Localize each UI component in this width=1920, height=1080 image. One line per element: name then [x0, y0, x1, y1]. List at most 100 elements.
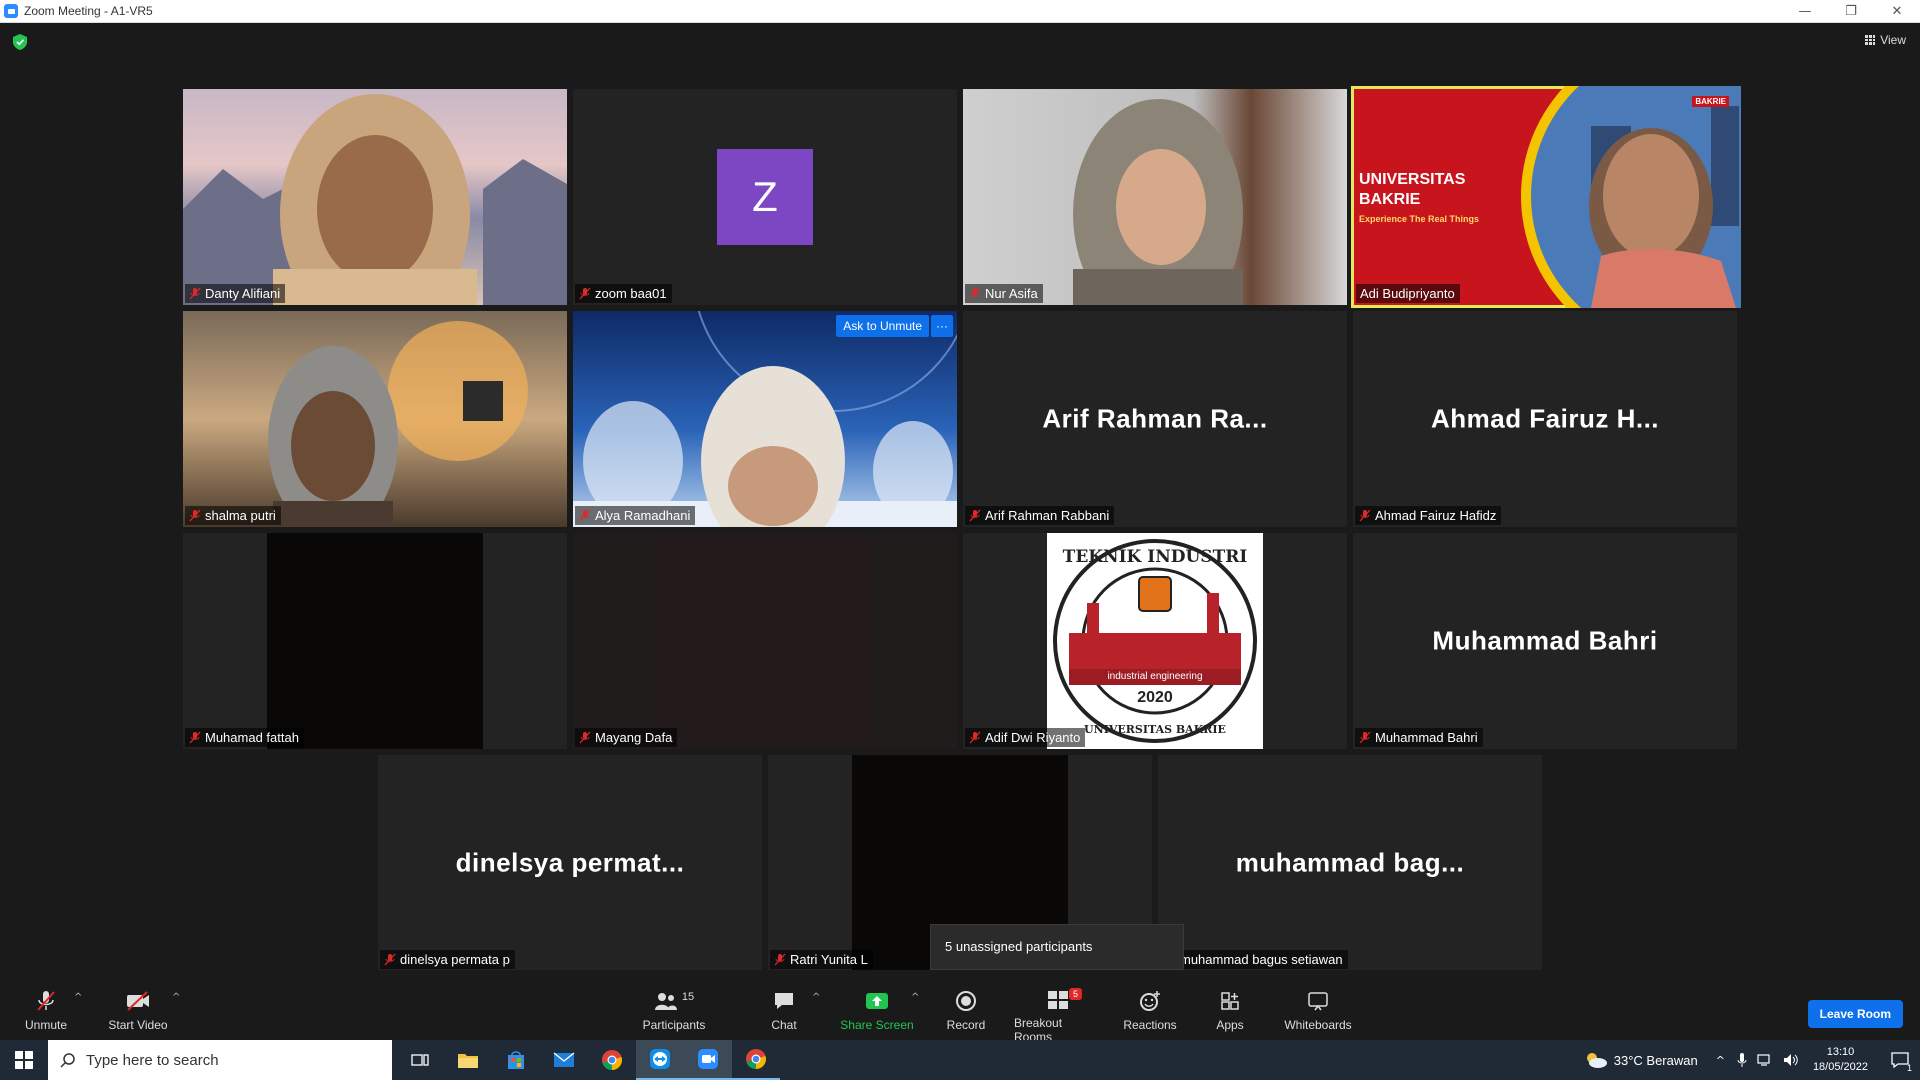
participant-avatar: Z: [717, 149, 813, 245]
system-tray: 33°C Berawan ^ 13:10 18/05/2022 1: [1584, 1040, 1920, 1080]
avatar-tile[interactable]: Z zoom baa01: [573, 89, 957, 305]
participant-name-tag: Ratri Yunita L: [770, 950, 873, 969]
whiteboards-button[interactable]: Whiteboards: [1282, 970, 1354, 1040]
taskbar-search-input[interactable]: Type here to search: [48, 1040, 392, 1080]
task-view-icon: [411, 1054, 429, 1066]
notification-center-button[interactable]: 1: [1880, 1040, 1920, 1080]
store-button[interactable]: [492, 1040, 540, 1080]
slide-title-line2: BAKRIE: [1359, 191, 1421, 208]
unmute-button[interactable]: Unmute: [20, 970, 72, 1040]
cloudy-weather-icon[interactable]: [1584, 1051, 1608, 1069]
record-button[interactable]: Record: [946, 970, 986, 1040]
teamviewer-button[interactable]: [636, 1040, 684, 1080]
video-options-caret-icon[interactable]: ^: [172, 992, 180, 1003]
microphone-tray-icon[interactable]: [1737, 1052, 1747, 1068]
show-hidden-icons-icon[interactable]: ^: [1716, 1054, 1725, 1067]
participant-name-tag: Danty Alifiani: [185, 284, 286, 303]
share-screen-label: Share Screen: [840, 1018, 914, 1032]
participant-name: Muhamad fattah: [205, 730, 299, 745]
logo-year: 2020: [1137, 689, 1173, 706]
view-button[interactable]: View: [1865, 33, 1906, 47]
name-only-tile[interactable]: Arif Rahman Ra... Arif Rahman Rabbani: [963, 311, 1347, 527]
breakout-rooms-button[interactable]: 5 Breakout Rooms: [1014, 970, 1102, 1044]
ask-to-unmute-button[interactable]: Ask to Unmute: [836, 315, 929, 337]
clock-date: 18/05/2022: [1812, 1061, 1868, 1073]
muted-mic-icon: [1359, 731, 1371, 744]
video-tile[interactable]: shalma putri: [183, 311, 567, 527]
participant-name-tag: Adif Dwi Riyanto: [965, 728, 1086, 747]
zoom-taskbar-button[interactable]: [684, 1040, 732, 1080]
video-tile[interactable]: Ask to Unmute ··· Alya Ramadhani: [573, 311, 957, 527]
mail-button[interactable]: [540, 1040, 588, 1080]
restore-button[interactable]: ❐: [1828, 0, 1874, 23]
reactions-button[interactable]: Reactions: [1123, 970, 1177, 1040]
minimize-button[interactable]: —: [1782, 0, 1828, 23]
encryption-shield-icon[interactable]: [13, 34, 27, 50]
audio-options-caret-icon[interactable]: ^: [74, 992, 82, 1003]
breakout-tooltip: 5 unassigned participants: [930, 924, 1184, 970]
muted-microphone-icon: [36, 990, 56, 1012]
participant-name-tag: muhammad bagus setiawan: [1160, 950, 1348, 969]
participants-icon: 15: [654, 990, 694, 1012]
record-label: Record: [946, 1018, 986, 1032]
name-only-tile[interactable]: dinelsya permat... dinelsya permata p: [378, 755, 762, 971]
video-tile[interactable]: Mayang Dafa: [573, 533, 957, 749]
slide-tagline: Experience The Real Things: [1359, 214, 1480, 224]
participant-name: Arif Rahman Rabbani: [985, 508, 1110, 523]
muted-mic-icon: [189, 509, 201, 522]
chat-options-caret-icon[interactable]: ^: [812, 992, 820, 1003]
video-tile[interactable]: Danty Alifiani: [183, 89, 567, 305]
name-only-tile[interactable]: Ahmad Fairuz H... Ahmad Fairuz Hafidz: [1353, 311, 1737, 527]
chrome-button[interactable]: [588, 1040, 636, 1080]
muted-mic-icon: [969, 731, 981, 744]
video-tile[interactable]: Muhamad fattah: [183, 533, 567, 749]
view-label: View: [1880, 33, 1906, 47]
network-icon[interactable]: [1757, 1053, 1773, 1067]
participant-name: Ratri Yunita L: [790, 952, 868, 967]
participant-name-tag: dinelsya permata p: [380, 950, 515, 969]
participant-name: muhammad bagus setiawan: [1180, 952, 1343, 967]
apps-button[interactable]: Apps: [1210, 970, 1250, 1040]
name-only-tile[interactable]: Muhammad Bahri Muhammad Bahri: [1353, 533, 1737, 749]
slide-title-line1: UNIVERSITAS: [1359, 171, 1466, 188]
chrome-profile-button[interactable]: [732, 1040, 780, 1080]
apps-icon: [1220, 990, 1240, 1012]
title-bar: Zoom Meeting - A1-VR5 — ❐ ✕: [0, 0, 1920, 23]
participant-name: Nur Asifa: [985, 286, 1038, 301]
start-video-button[interactable]: Start Video: [106, 970, 170, 1040]
share-options-caret-icon[interactable]: ^: [911, 992, 919, 1003]
close-button[interactable]: ✕: [1874, 0, 1920, 23]
video-tile[interactable]: TEKNIK INDUSTRI industrial engineering 2…: [963, 533, 1347, 749]
muted-mic-icon: [384, 953, 396, 966]
more-options-button[interactable]: ···: [931, 315, 953, 337]
muted-mic-icon: [579, 287, 591, 300]
participant-name-tag: shalma putri: [185, 506, 281, 525]
active-speaker-tile[interactable]: UNIVERSITAS BAKRIE Experience The Real T…: [1351, 86, 1741, 308]
taskbar-clock[interactable]: 13:10 18/05/2022: [1813, 1045, 1868, 1075]
name-only-tile[interactable]: muhammad bag... muhammad bagus setiawan: [1158, 755, 1542, 971]
grid-view-icon: [1865, 35, 1876, 45]
task-view-button[interactable]: [396, 1040, 444, 1080]
slide-title: UNIVERSITAS BAKRIE: [1359, 170, 1465, 210]
participant-name-tag: Mayang Dafa: [575, 728, 678, 747]
participants-button[interactable]: 15 Participants: [640, 970, 708, 1040]
share-screen-button[interactable]: Share Screen: [840, 970, 914, 1040]
participant-display-name: dinelsya permat...: [455, 847, 685, 878]
chat-button[interactable]: Chat: [764, 970, 804, 1040]
leave-room-button[interactable]: Leave Room: [1807, 1000, 1903, 1028]
reactions-icon: [1139, 990, 1161, 1012]
start-button[interactable]: [0, 1040, 48, 1080]
participant-name-tag: Muhamad fattah: [185, 728, 304, 747]
whiteboard-icon: [1307, 990, 1329, 1012]
muted-mic-icon: [969, 287, 981, 300]
whiteboards-label: Whiteboards: [1284, 1018, 1352, 1032]
video-tile[interactable]: Nur Asifa: [963, 89, 1347, 305]
share-screen-icon: [865, 990, 889, 1012]
participant-name-tag: Ahmad Fairuz Hafidz: [1355, 506, 1502, 525]
search-icon: [60, 1053, 75, 1068]
volume-icon[interactable]: [1783, 1053, 1799, 1067]
weather-text[interactable]: 33°C Berawan: [1614, 1053, 1698, 1068]
notification-count: 1: [1906, 1063, 1912, 1073]
file-explorer-button[interactable]: [444, 1040, 492, 1080]
windows-taskbar: Type here to search 33°C Berawan ^ 13:10…: [0, 1040, 1920, 1080]
